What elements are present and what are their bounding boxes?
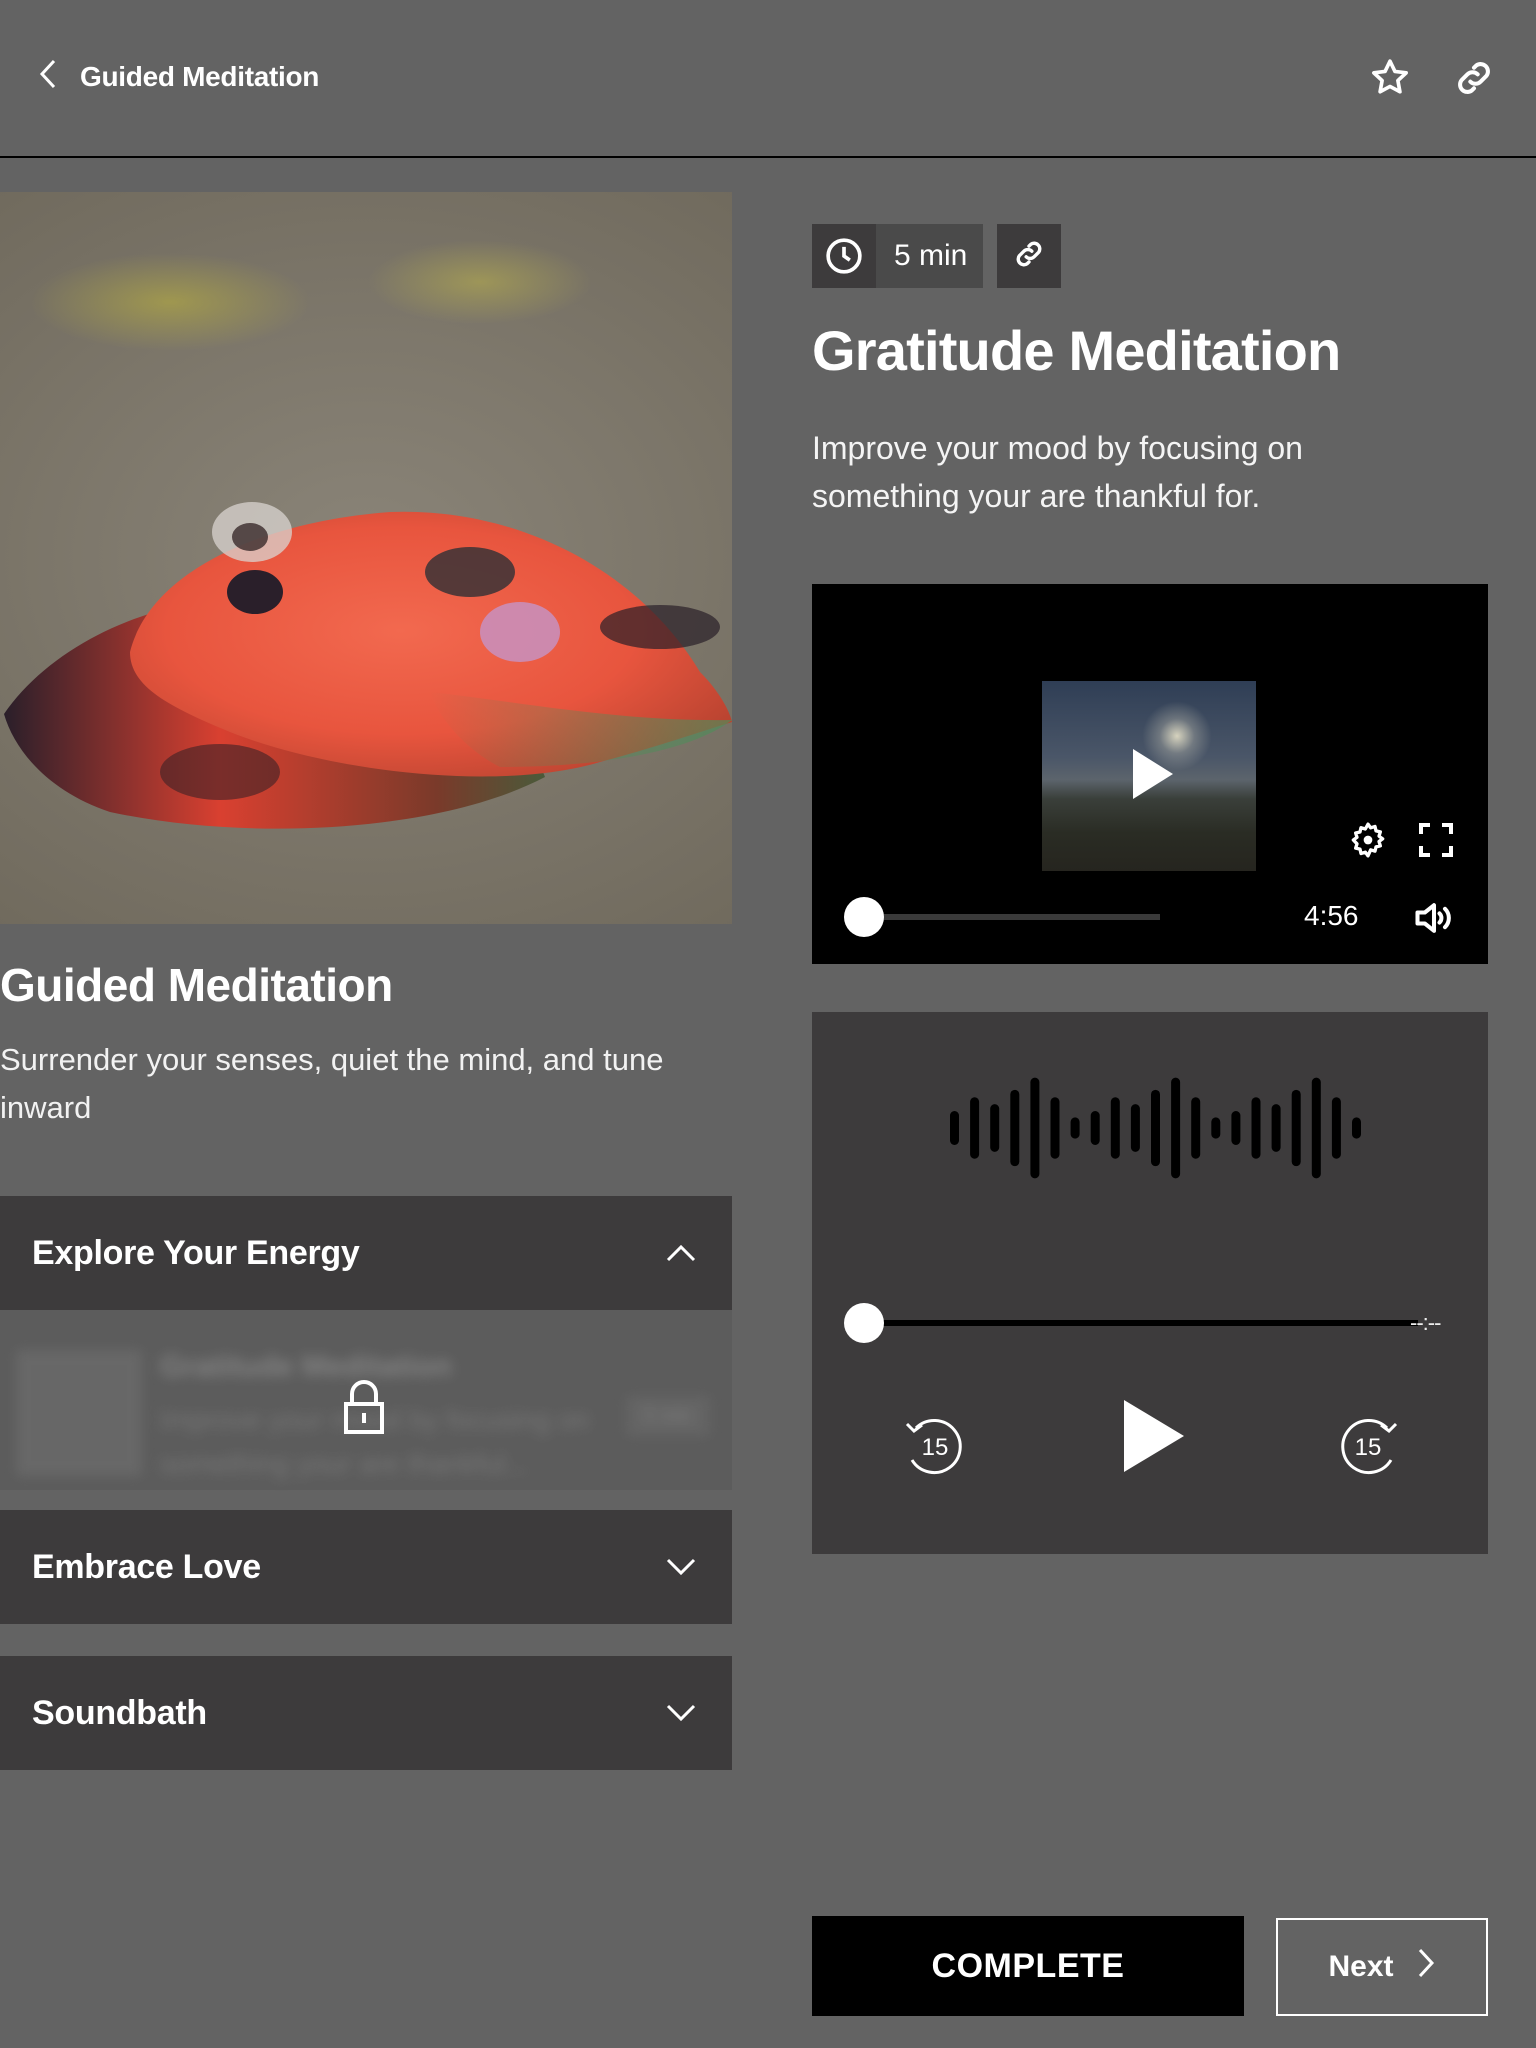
skip-back-15-button[interactable]: 15 [898,1410,968,1480]
section-embrace-love[interactable]: Embrace Love [0,1510,732,1624]
waveform-bar [970,1097,980,1159]
waveform-bar [1171,1077,1181,1179]
waveform-bar [1271,1104,1281,1152]
audio-player: --:-- 15 15 [812,1012,1488,1554]
waveform-bar [1030,1077,1040,1179]
category-image [0,192,732,924]
video-time-remaining: 4:56 [1304,900,1359,931]
category-title: Guided Meditation [0,959,393,1011]
waveform-bar [1191,1097,1201,1159]
play-icon[interactable] [1133,749,1173,799]
chevron-down-icon [664,1696,698,1730]
svg-text:15: 15 [1355,1434,1382,1461]
locked-item-duration: 5 min [626,1396,710,1436]
waveform-bar [1331,1097,1341,1159]
section-title: Embrace Love [32,1547,261,1586]
waveform-bar [1311,1077,1321,1179]
chevron-left-icon [38,58,58,95]
skip-forward-15-button[interactable]: 15 [1335,1410,1405,1480]
chevron-up-icon [664,1236,698,1270]
waveform-bar [1070,1117,1080,1139]
waveform-bar [1211,1117,1221,1139]
next-button[interactable]: Next [1276,1918,1488,2016]
locked-lesson-item[interactable]: Gratitude Meditation Improve your mood b… [0,1310,732,1490]
category-description: Surrender your senses, quiet the mind, a… [0,1042,664,1125]
waveform-bar [1130,1104,1140,1152]
video-player[interactable]: 4:56 [812,584,1488,964]
book-icon [16,1350,142,1476]
fullscreen-icon[interactable] [1418,822,1454,858]
back-button[interactable]: Guided Meditation [38,58,319,95]
clock-icon [812,224,876,288]
star-icon[interactable] [1368,56,1412,100]
top-bar: Guided Meditation [0,0,1536,158]
section-title: Explore Your Energy [32,1233,360,1272]
section-explore-your-energy[interactable]: Explore Your Energy [0,1196,732,1310]
chevron-down-icon [664,1550,698,1584]
waveform-bar [1251,1097,1261,1159]
waveform-bar [990,1104,1000,1152]
waveform-bar [950,1111,959,1145]
settings-icon[interactable] [1348,820,1388,860]
audio-time: --:-- [1410,1310,1441,1335]
waveform-bar [1151,1089,1160,1167]
waveform-bar [1352,1117,1361,1139]
video-progress-handle[interactable] [844,897,884,937]
chevron-right-icon [1416,1947,1436,1987]
locked-item-title: Gratitude Meditation [160,1350,452,1383]
duration-badge: 5 min [812,224,984,288]
link-icon[interactable] [1452,56,1496,100]
section-soundbath[interactable]: Soundbath [0,1656,732,1770]
waveform-bar [1291,1089,1301,1167]
video-progress-track[interactable] [862,914,1160,920]
lesson-description: Improve your mood by focusing on somethi… [812,430,1303,514]
audio-progress-handle[interactable] [844,1303,884,1343]
waveform-bar [1231,1111,1241,1145]
waveform-bar [1090,1111,1100,1145]
duration-value: 5 min [894,239,968,272]
waveform-icon [950,1077,1361,1179]
copy-link-button[interactable] [997,224,1062,288]
waveform-bar [1010,1089,1020,1167]
volume-icon[interactable] [1412,896,1456,940]
lock-icon [342,1380,386,1441]
link-icon [1012,237,1046,276]
complete-button[interactable]: COMPLETE [812,1916,1244,2016]
svg-text:15: 15 [922,1434,949,1461]
waveform-bar [1050,1097,1060,1159]
audio-play-button[interactable] [1124,1400,1184,1472]
lesson-title: Gratitude Meditation [812,319,1341,382]
section-title: Soundbath [32,1693,207,1732]
back-label: Guided Meditation [80,60,320,92]
video-poster[interactable] [1042,681,1256,871]
next-label: Next [1328,1950,1394,1983]
waveform-bar [1110,1097,1120,1159]
audio-progress-track[interactable] [862,1320,1418,1326]
